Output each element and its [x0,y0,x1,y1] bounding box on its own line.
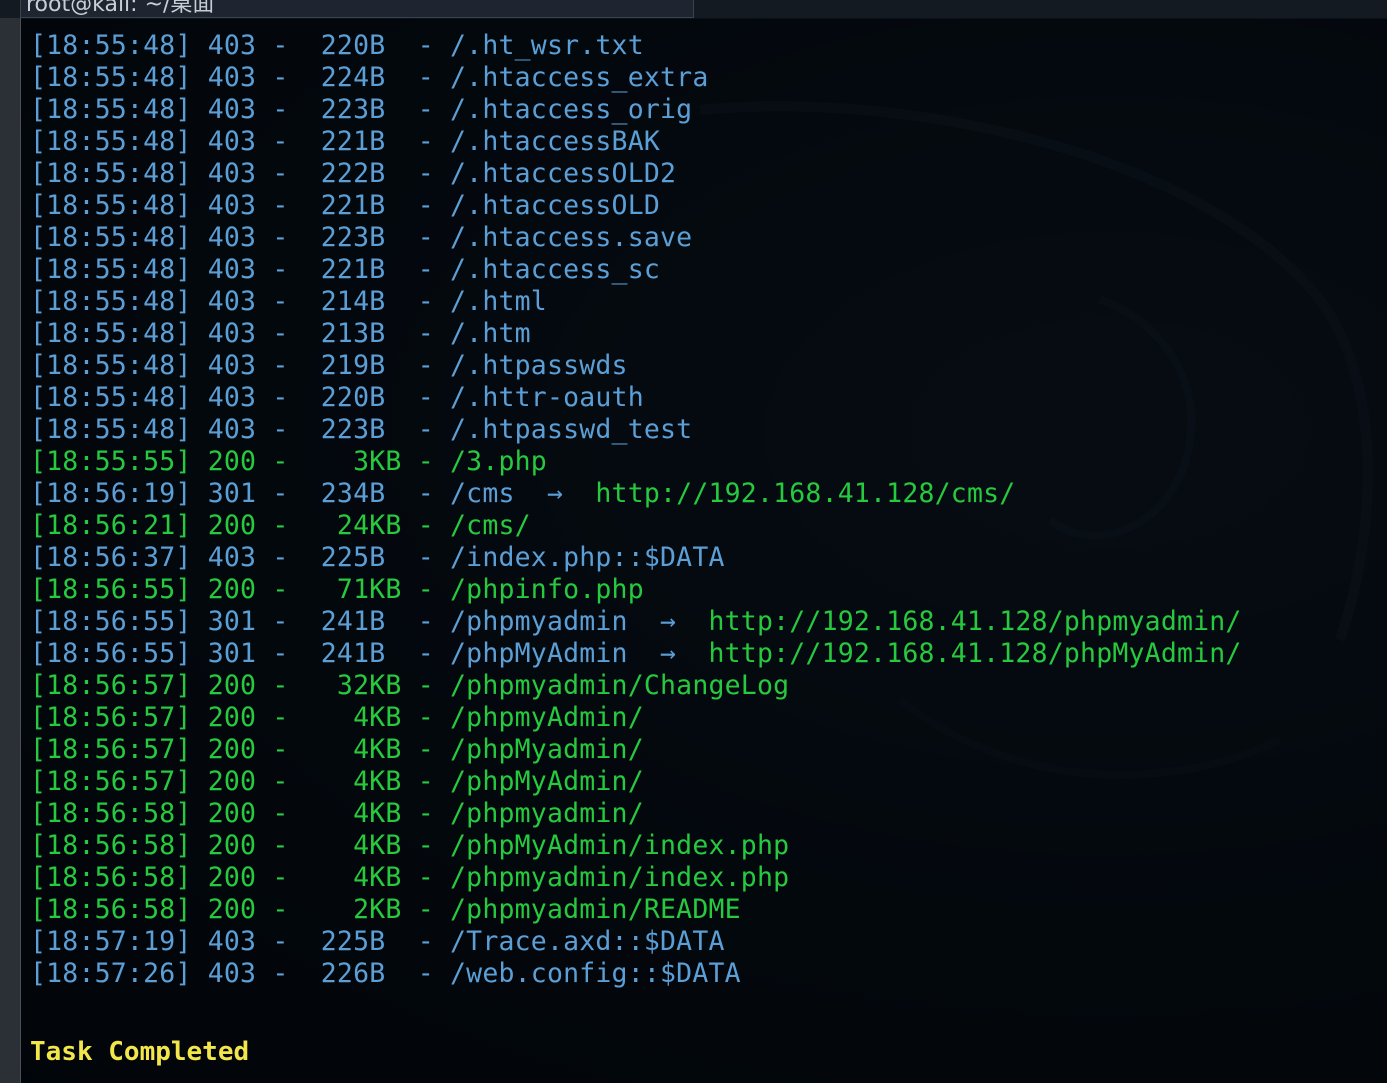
line-path: [18:56:19] 301 - 234B - /cms → [30,478,564,509]
output-lines: [18:55:48] 403 - 220B - /.ht_wsr.txt [18:… [30,30,1242,990]
window-titlebar: root@kali: ~/桌面 [0,0,1387,19]
terminal-line: [18:55:48] 403 - 223B - /.htaccess.save [30,222,693,253]
terminal-line: [18:56:57] 200 - 4KB - /phpMyAdmin/ [30,766,644,797]
terminal-line: [18:57:19] 403 - 225B - /Trace.axd::$DAT… [30,926,725,957]
redirect-url: http://192.168.41.128/cms/ [563,478,1016,509]
terminal-line: [18:57:26] 403 - 226B - /web.config::$DA… [30,958,741,989]
terminal-line: [18:55:48] 403 - 221B - /.htaccessBAK [30,126,661,157]
terminal-line: [18:56:55] 301 - 241B - /phpMyAdmin → ht… [30,638,1242,670]
terminal-line: [18:55:48] 403 - 219B - /.htpasswds [30,350,628,381]
line-path: [18:56:55] 301 - 241B - /phpmyadmin → [30,606,677,637]
task-status: Task Completed [30,1037,250,1067]
terminal-tab-title: root@kali: ~/桌面 [26,0,215,17]
terminal-line: [18:55:48] 403 - 224B - /.htaccess_extra [30,62,709,93]
terminal-output[interactable]: [18:55:48] 403 - 220B - /.ht_wsr.txt [18:… [21,18,1387,1083]
terminal-line: [18:56:19] 301 - 234B - /cms → http://19… [30,478,1242,510]
redirect-url: http://192.168.41.128/phpMyAdmin/ [676,638,1242,669]
line-path: [18:56:55] 301 - 241B - /phpMyAdmin → [30,638,677,669]
terminal-line: [18:55:48] 403 - 222B - /.htaccessOLD2 [30,158,677,189]
terminal-line: [18:56:57] 200 - 32KB - /phpmyadmin/Chan… [30,670,790,701]
terminal-line: [18:56:55] 200 - 71KB - /phpinfo.php [30,574,644,605]
terminal-line: [18:55:48] 403 - 221B - /.htaccessOLD [30,190,661,221]
terminal-line: [18:55:48] 403 - 220B - /.httr-oauth [30,382,644,413]
terminal-line: [18:56:58] 200 - 2KB - /phpmyadmin/READM… [30,894,741,925]
terminal-line: [18:56:21] 200 - 24KB - /cms/ [30,510,531,541]
terminal-line: [18:55:55] 200 - 3KB - /3.php [30,446,547,477]
terminal-line: [18:56:58] 200 - 4KB - /phpmyadmin/index… [30,862,790,893]
terminal-line: [18:56:57] 200 - 4KB - /phpmyAdmin/ [30,702,644,733]
terminal-line: [18:56:55] 301 - 241B - /phpmyadmin → ht… [30,606,1242,638]
terminal-line: [18:56:57] 200 - 4KB - /phpMyadmin/ [30,734,644,765]
terminal-line: [18:55:48] 403 - 213B - /.htm [30,318,531,349]
terminal-line: [18:55:48] 403 - 220B - /.ht_wsr.txt [30,30,644,61]
terminal-line: [18:56:37] 403 - 225B - /index.php::$DAT… [30,542,725,573]
window-left-border [0,18,21,1083]
terminal-line: [18:55:48] 403 - 223B - /.htaccess_orig [30,94,693,125]
terminal-line: [18:56:58] 200 - 4KB - /phpMyAdmin/index… [30,830,790,861]
desktop: root@kali: ~/桌面 [18:55:48] 403 - 220B - … [0,0,1387,1083]
terminal-line: [18:55:48] 403 - 223B - /.htpasswd_test [30,414,693,445]
terminal-line: [18:55:48] 403 - 221B - /.htaccess_sc [30,254,661,285]
terminal-line: [18:55:48] 403 - 214B - /.html [30,286,547,317]
redirect-url: http://192.168.41.128/phpmyadmin/ [676,606,1242,637]
terminal-line: [18:56:58] 200 - 4KB - /phpmyadmin/ [30,798,644,829]
